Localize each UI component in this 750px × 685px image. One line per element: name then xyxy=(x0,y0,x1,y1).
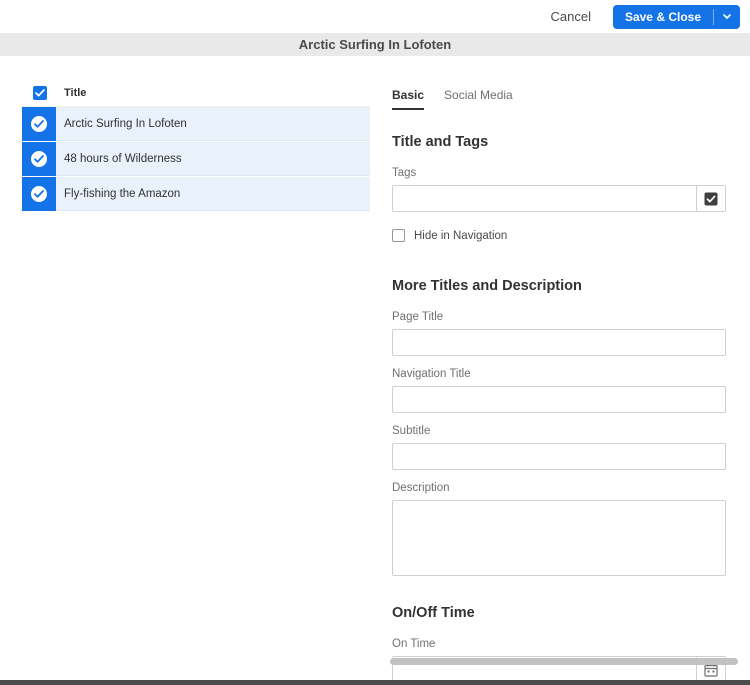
tags-picker-button[interactable] xyxy=(696,186,725,211)
description-textarea[interactable] xyxy=(392,500,726,576)
page-title-bar: Arctic Surfing In Lofoten xyxy=(0,33,750,56)
tags-label: Tags xyxy=(392,167,726,179)
description-label: Description xyxy=(392,482,726,494)
page-title-input[interactable] xyxy=(392,329,726,356)
form-tabs: Basic Social Media xyxy=(392,88,726,110)
list-item[interactable]: Arctic Surfing In Lofoten xyxy=(22,107,370,141)
page-title: Arctic Surfing In Lofoten xyxy=(299,37,451,52)
save-and-close-label: Save & Close xyxy=(613,5,713,29)
checkmark-circle-icon xyxy=(22,142,56,176)
bulk-edit-properties-page: Cancel Save & Close Arctic Surfing In Lo… xyxy=(0,0,750,685)
section-heading-on-off-time: On/Off Time xyxy=(392,605,726,621)
tags-input-group xyxy=(392,185,726,212)
section-heading-more-titles: More Titles and Description xyxy=(392,278,726,294)
list-item-label: 48 hours of Wilderness xyxy=(64,153,182,165)
chevron-down-icon[interactable] xyxy=(714,5,740,29)
list-item-label: Fly-fishing the Amazon xyxy=(64,188,180,200)
tags-input[interactable] xyxy=(393,186,696,211)
tab-social-media[interactable]: Social Media xyxy=(444,88,513,110)
list-header-row: Title xyxy=(22,80,370,107)
page-title-label: Page Title xyxy=(392,311,726,323)
checkmark-circle-icon xyxy=(22,177,56,211)
subtitle-label: Subtitle xyxy=(392,425,726,437)
select-all-checkbox[interactable] xyxy=(33,86,47,100)
properties-form-panel: Basic Social Media Title and Tags Tags H… xyxy=(392,88,726,685)
list-item[interactable]: Fly-fishing the Amazon xyxy=(22,177,370,211)
navigation-title-input[interactable] xyxy=(392,386,726,413)
on-time-label: On Time xyxy=(392,638,726,650)
save-and-close-button[interactable]: Save & Close xyxy=(613,5,740,29)
horizontal-scrollbar-thumb[interactable] xyxy=(390,658,738,665)
list-item[interactable]: 48 hours of Wilderness xyxy=(22,142,370,176)
bottom-edge-bar xyxy=(0,680,750,685)
cancel-button[interactable]: Cancel xyxy=(544,5,596,28)
list-item-body: 48 hours of Wilderness xyxy=(56,142,370,176)
navigation-title-label: Navigation Title xyxy=(392,368,726,380)
hide-in-navigation-checkbox-row[interactable]: Hide in Navigation xyxy=(392,229,726,242)
list-item-label: Arctic Surfing In Lofoten xyxy=(64,118,187,130)
list-item-body: Arctic Surfing In Lofoten xyxy=(56,107,370,141)
subtitle-input[interactable] xyxy=(392,443,726,470)
section-heading-title-and-tags: Title and Tags xyxy=(392,134,726,150)
hide-in-navigation-checkbox[interactable] xyxy=(392,229,405,242)
tab-basic[interactable]: Basic xyxy=(392,88,424,110)
title-column-header: Title xyxy=(64,87,86,99)
selected-pages-list: Title Arctic Surfing In Lofoten 48 hours… xyxy=(22,80,370,212)
checkbox-picker-icon xyxy=(704,192,718,206)
top-action-bar: Cancel Save & Close xyxy=(0,0,750,33)
list-item-body: Fly-fishing the Amazon xyxy=(56,177,370,211)
hide-in-navigation-label: Hide in Navigation xyxy=(414,230,507,242)
checkmark-circle-icon xyxy=(22,107,56,141)
